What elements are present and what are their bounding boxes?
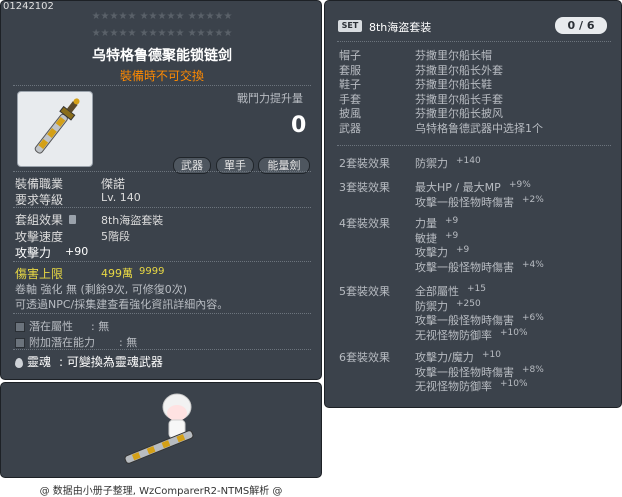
character-preview-panel xyxy=(0,382,322,478)
set-effect-panel: SET 8th海盗套装 0 / 6 帽子 芬撒里尔船长帽 套服 芬撒里尔船长外套 鞋子芬… xyxy=(324,0,622,408)
set-effect-title: 6套裝效果 xyxy=(339,351,390,364)
footer-credit: @ 数据由小册子整理, WzComparerR2-NTMS解析 @ xyxy=(39,486,283,497)
set-effect-value: +9% xyxy=(509,180,531,190)
flame-icon xyxy=(15,357,23,368)
set-effect-stat: 无视怪物防御率 xyxy=(415,380,492,393)
set-effect-stat: 攻擊一般怪物時傷害 xyxy=(415,195,514,209)
potential-slot-icon xyxy=(15,322,25,332)
trade-note: 裝備時不可交換 xyxy=(119,69,204,83)
set-effect-value: +10% xyxy=(500,379,528,389)
set-effect-title: 4套裝效果 xyxy=(339,217,390,230)
divider xyxy=(13,261,311,262)
upgrade-text: 卷軸 強化 無 (剩餘9次, 可修復0次) xyxy=(15,283,188,296)
level-value: Lv. 140 xyxy=(101,191,141,204)
divider xyxy=(337,145,611,146)
set-effect-title: 5套裝效果 xyxy=(339,285,390,298)
soul-row: 靈魂 xyxy=(15,353,51,370)
set-title: 8th海盗套装 xyxy=(369,21,432,34)
set-effect-value: +140 xyxy=(456,156,481,166)
document-icon xyxy=(68,215,76,224)
set-effect-value: +9 xyxy=(445,216,459,226)
potential-slot-icon xyxy=(15,338,25,348)
damage-cap-label: 傷害上限 xyxy=(15,267,64,281)
set-count: 0 / 6 xyxy=(555,17,607,34)
set-effect-value: +10% xyxy=(500,327,528,338)
set-effect-value: +4% xyxy=(522,259,544,270)
level-label: 要求等級 xyxy=(15,193,64,207)
set-effect-value: +10 xyxy=(482,350,501,360)
set-effect-label: 套組效果 xyxy=(15,211,76,228)
soul-text: : 可變換為靈魂武器 xyxy=(59,355,163,369)
divider xyxy=(13,349,311,350)
damage-cap-max: 9999 xyxy=(139,266,165,277)
power-label: 戰鬥力提升量 xyxy=(237,92,303,105)
star-force-row-2: ★★★★★ ★★★★★ ★★★★★ xyxy=(91,28,233,39)
job-value: 傑諾 xyxy=(101,177,126,191)
additional-potential-row: 附加潛在能力 xyxy=(15,334,95,350)
divider xyxy=(337,41,611,42)
set-effect-stat: 无视怪物防御率 xyxy=(415,328,492,342)
soul-label: 靈魂 xyxy=(27,355,52,369)
damage-cap-value: 499萬 xyxy=(101,267,133,280)
energy-sword-icon xyxy=(34,98,80,154)
set-effect-stat: 防禦力 xyxy=(415,157,448,170)
set-badge: SET xyxy=(338,20,362,32)
item-icon-frame[interactable] xyxy=(17,91,93,167)
set-effect-title: 2套裝效果 xyxy=(339,157,390,170)
set-effect-value: 8th海盜套裝 xyxy=(101,214,164,227)
divider xyxy=(13,313,311,314)
item-name: 乌特格鲁德聚能锁链剑 xyxy=(92,48,232,64)
divider xyxy=(13,171,311,172)
set-effect-value: +8% xyxy=(522,364,544,375)
item-tooltip-panel: 01242102 ★★★★★ ★★★★★ ★★★★★ ★★★★★ ★★★★★ ★… xyxy=(0,0,322,380)
character-preview xyxy=(124,393,194,464)
set-effect-title: 3套裝效果 xyxy=(339,181,390,194)
attack-speed-label: 攻擊速度 xyxy=(15,230,64,244)
set-effect-value: +6% xyxy=(522,313,544,323)
attack-speed-value: 5階段 xyxy=(101,230,130,243)
attack-label: 攻擊力 xyxy=(15,246,52,260)
set-piece-name: 乌特格鲁德武器中选择1个 xyxy=(415,121,543,135)
set-effect-value: +9 xyxy=(445,230,459,241)
set-effect-value: +15 xyxy=(467,284,486,294)
star-force-row-1: ★★★★★ ★★★★★ ★★★★★ xyxy=(91,11,233,22)
hidden-potential-row: 潛在屬性 xyxy=(15,318,73,334)
hidden-potential-value: : 無 xyxy=(91,320,110,333)
set-effect-label-text: 套組效果 xyxy=(15,213,64,227)
additional-potential-label: 附加潛在能力 xyxy=(29,336,95,349)
set-piece-slot: 武器 xyxy=(339,121,361,135)
set-effect-value: +9 xyxy=(456,245,470,255)
divider xyxy=(13,85,311,86)
set-effect-value: +250 xyxy=(456,298,481,309)
job-label: 裝備職業 xyxy=(15,177,64,191)
attack-value: +90 xyxy=(65,245,89,258)
hidden-potential-label: 潛在屬性 xyxy=(29,320,73,333)
divider xyxy=(13,207,311,208)
set-effect-value: +2% xyxy=(522,194,544,205)
additional-potential-value: : 無 xyxy=(119,336,138,349)
power-value: 0 xyxy=(291,113,307,138)
npc-info-text: 可透過NPC/採集建查看強化資訊詳細內容。 xyxy=(15,298,229,311)
set-effect-stat: 攻擊一般怪物時傷害 xyxy=(415,260,514,274)
